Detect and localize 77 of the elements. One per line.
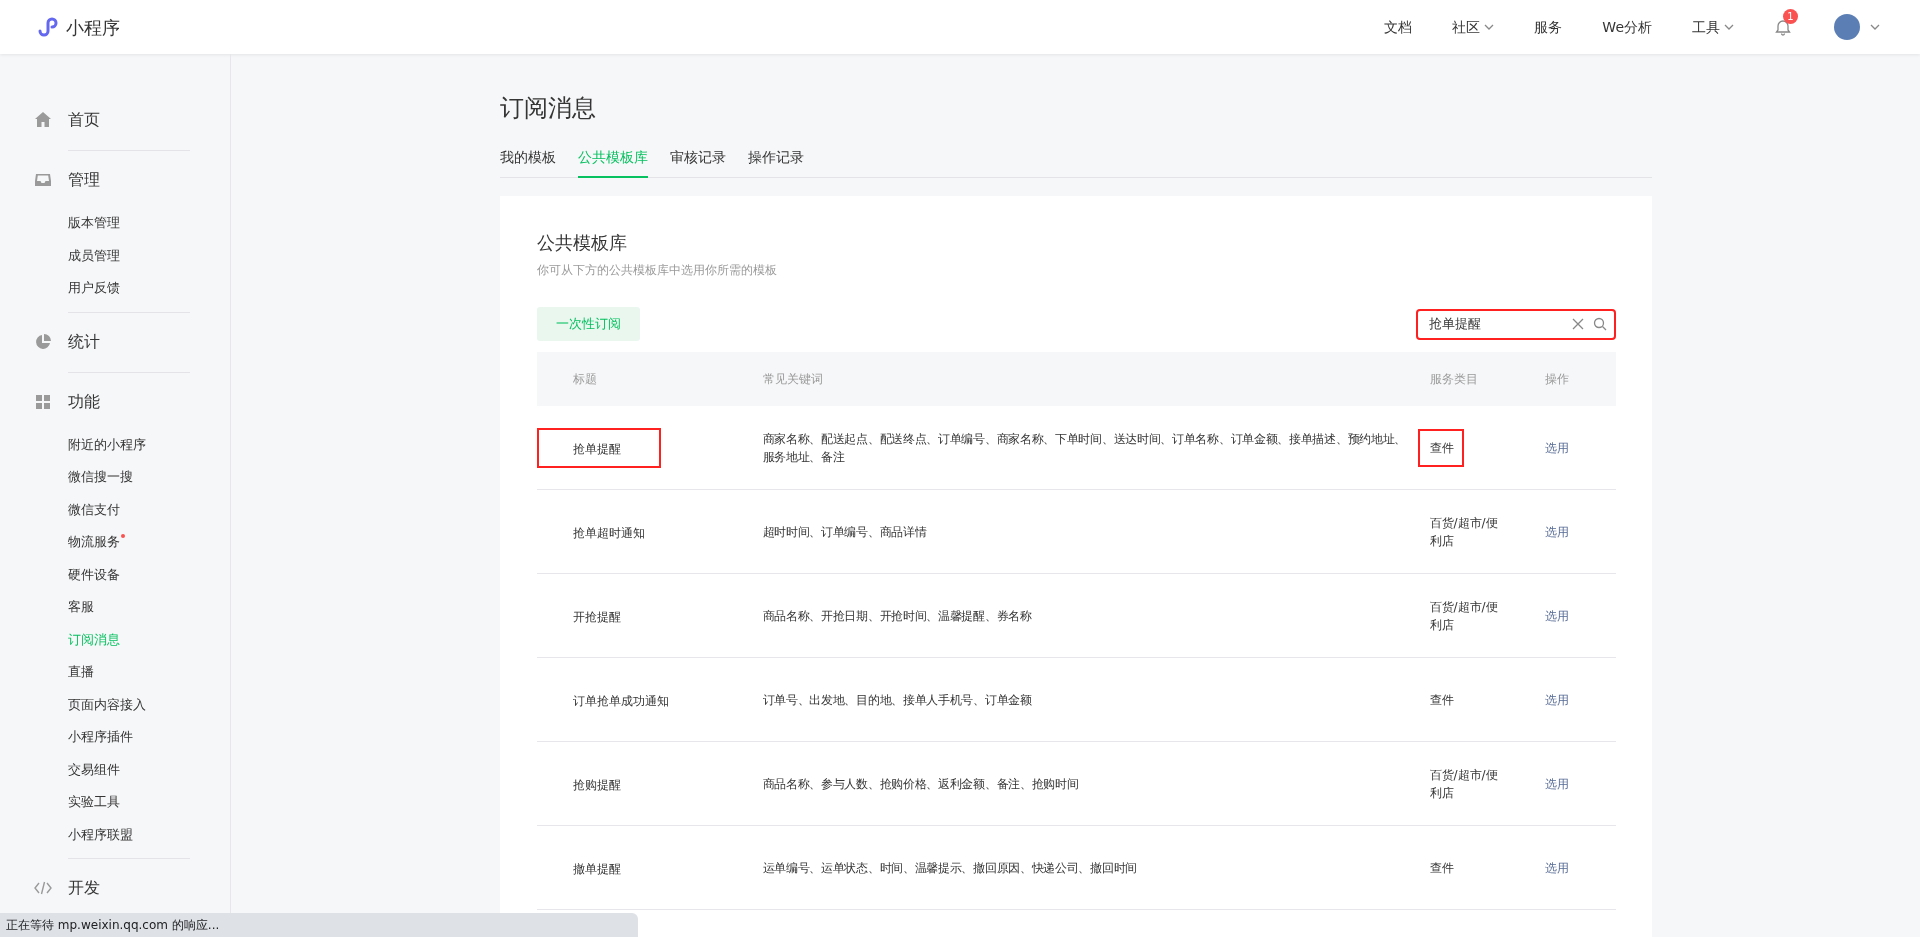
sidebar-item[interactable]: 小程序插件	[68, 729, 133, 746]
code-icon	[34, 879, 52, 897]
grid-icon	[34, 392, 52, 411]
panel-subtitle: 你可从下方的公共模板库中选用你所需的模板	[536, 262, 778, 280]
sidebar-group[interactable]: 管理	[68, 168, 100, 192]
sidebar-group[interactable]: 开发	[68, 876, 100, 900]
category-text: 查件	[1417, 428, 1464, 467]
sidebar-item[interactable]: 微信搜一搜	[68, 469, 133, 486]
sidebar-item[interactable]: 用户反馈	[68, 280, 120, 297]
avatar[interactable]	[1834, 14, 1860, 40]
select-link[interactable]: 选用	[1544, 692, 1569, 707]
keywords-text: 超时时间、订单编号、商品详情	[762, 524, 927, 539]
inbox-icon	[34, 171, 52, 189]
status-bar: 正在等待 mp.weixin.qq.com 的响应...	[0, 913, 638, 937]
notification-badge: 1	[1783, 9, 1798, 24]
tab[interactable]: 我的模板	[499, 142, 556, 178]
sidebar-group[interactable]: 统计	[68, 329, 100, 354]
caret-icon[interactable]	[1870, 24, 1880, 30]
column-header: 操作	[1544, 371, 1569, 386]
nav-link[interactable]: 工具	[1692, 16, 1734, 38]
select-link[interactable]: 选用	[1544, 776, 1569, 791]
template-title: 抢单提醒	[536, 427, 661, 468]
keywords-text: 商品名称、参与人数、抢购价格、返利金额、备注、抢购时间	[762, 776, 1079, 791]
nav-link[interactable]: 文档	[1384, 16, 1413, 38]
sidebar-item[interactable]: 物流服务	[68, 534, 125, 551]
pie-chart-icon	[34, 332, 52, 351]
search-icon	[1592, 317, 1607, 332]
sidebar-item[interactable]: 硬件设备	[68, 566, 120, 584]
sidebar-item[interactable]: 页面内容接入	[68, 696, 146, 714]
category-text: 百货/超市/便利店	[1429, 766, 1499, 802]
sidebar-item[interactable]: 实验工具	[68, 794, 120, 811]
keywords-text: 商家名称、配送起点、配送终点、订单编号、商家名称、下单时间、送达时间、订单名称、订单金额、接单描述、预约地址、服务地址、备注	[762, 431, 1406, 464]
sidebar-item[interactable]: 附近的小程序	[68, 436, 146, 454]
select-link[interactable]: 选用	[1544, 860, 1569, 875]
sidebar-item[interactable]: 微信支付	[68, 501, 120, 519]
nav-link[interactable]: We分析	[1602, 16, 1652, 38]
nav-link[interactable]: 社区	[1452, 16, 1495, 38]
logo-icon	[36, 16, 58, 38]
sidebar-item[interactable]: 成员管理	[68, 247, 120, 265]
home-icon	[34, 111, 52, 129]
template-title: 订单抢单成功通知	[572, 692, 670, 710]
bell-icon[interactable]	[1774, 18, 1792, 36]
sidebar-group[interactable]: 首页	[68, 108, 100, 132]
keywords-text: 运单编号、运单状态、时间、温馨提示、撤回原因、快递公司、撤回时间	[762, 860, 1137, 875]
search-box[interactable]: 抢单提醒	[1415, 308, 1616, 340]
page-title: 订阅消息	[499, 94, 597, 123]
category-text: 百货/超市/便利店	[1429, 514, 1499, 550]
close-icon	[1570, 317, 1585, 332]
sidebar-item[interactable]: 版本管理	[68, 215, 120, 232]
panel-title: 公共模板库	[536, 231, 628, 254]
sidebar-item[interactable]: 直播	[68, 664, 94, 681]
category-text: 查件	[1429, 691, 1455, 709]
logo-text: 小程序	[66, 15, 120, 40]
keywords-text: 订单号、出发地、目的地、接单人手机号、订单金额	[762, 692, 1032, 707]
tab[interactable]: 操作记录	[747, 142, 804, 178]
caret-icon	[1484, 24, 1495, 30]
template-title: 撤单提醒	[572, 860, 622, 878]
tab[interactable]: 审核记录	[669, 142, 726, 178]
template-title: 抢单超时通知	[572, 524, 646, 542]
category-text: 百货/超市/便利店	[1429, 598, 1499, 634]
template-title: 开抢提醒	[572, 608, 622, 626]
select-link[interactable]: 选用	[1544, 608, 1569, 623]
column-header: 标题	[572, 371, 597, 386]
select-link[interactable]: 选用	[1544, 440, 1569, 455]
column-header: 常见关键词	[762, 371, 823, 386]
nav-link[interactable]: 服务	[1534, 16, 1563, 38]
search-field[interactable]: 抢单提醒	[1426, 309, 1563, 339]
caret-icon	[1724, 24, 1734, 30]
template-title: 抢购提醒	[572, 776, 622, 794]
select-link[interactable]: 选用	[1544, 524, 1569, 539]
category-text: 查件	[1429, 859, 1455, 877]
sidebar-item[interactable]: 小程序联盟	[68, 826, 133, 844]
sidebar-group[interactable]: 功能	[68, 389, 100, 414]
keywords-text: 商品名称、开抢日期、开抢时间、温馨提醒、券名称	[762, 608, 1032, 623]
column-header: 服务类目	[1429, 371, 1478, 386]
sidebar-item[interactable]: 交易组件	[68, 761, 120, 779]
sidebar-item[interactable]: 客服	[68, 599, 94, 616]
